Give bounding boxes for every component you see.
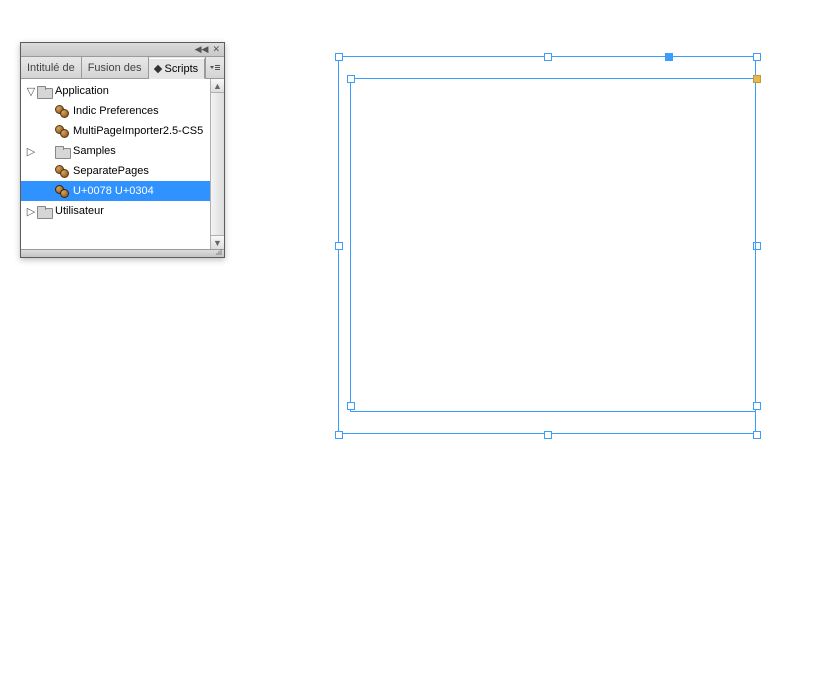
tree-item-label: MultiPageImporter2.5-CS5 — [73, 125, 203, 137]
selection-handle[interactable] — [753, 431, 761, 439]
panel-menu-button[interactable] — [205, 57, 224, 78]
tree-container: ▽ Application Indic Preferences MultiPageIm… — [21, 79, 224, 249]
tab-label: Intitulé de — [27, 62, 75, 74]
tree-row[interactable]: ▷ Samples — [21, 141, 210, 161]
tree-row[interactable]: Indic Preferences — [21, 101, 210, 121]
folder-icon — [37, 206, 51, 217]
selection-handle[interactable] — [347, 402, 355, 410]
tab-label: Scripts — [165, 63, 199, 75]
panel-menu-icon — [209, 63, 221, 73]
tab-intitule[interactable]: Intitulé de — [21, 57, 82, 78]
tree-row[interactable]: SeparatePages — [21, 161, 210, 181]
selected-text-frame[interactable] — [350, 78, 756, 412]
script-icon — [55, 185, 69, 197]
script-icon — [55, 165, 69, 177]
tree-item-label: U+0078 U+0304 — [73, 185, 154, 197]
tab-scripts[interactable]: Scripts — [149, 58, 206, 79]
scripts-tree[interactable]: ▽ Application Indic Preferences MultiPageIm… — [21, 79, 210, 249]
panel-resize-grip[interactable] — [21, 249, 224, 257]
selection-handle[interactable] — [753, 402, 761, 410]
folder-icon — [55, 146, 69, 157]
tree-row[interactable]: ▽ Application — [21, 81, 210, 101]
selection-handle[interactable] — [347, 75, 355, 83]
panel-titlebar[interactable]: ◀◀ ✕ — [21, 43, 224, 57]
tree-item-label: SeparatePages — [73, 165, 149, 177]
active-tab-indicator-icon — [153, 64, 161, 72]
disclosure-triangle-icon[interactable]: ▽ — [25, 85, 37, 98]
vertical-scrollbar[interactable]: ▲ ▼ — [210, 79, 224, 249]
selection-handle[interactable] — [335, 53, 343, 61]
selection-handle[interactable] — [335, 431, 343, 439]
scripts-panel: ◀◀ ✕ Intitulé de Fusion des Scripts ▽ App… — [20, 42, 225, 258]
selection-handle[interactable] — [335, 242, 343, 250]
disclosure-triangle-icon[interactable]: ▷ — [25, 145, 37, 158]
scroll-up-button[interactable]: ▲ — [211, 79, 224, 93]
tree-item-label: Utilisateur — [55, 205, 104, 217]
collapse-icon[interactable]: ◀◀ — [195, 44, 209, 55]
script-icon — [55, 105, 69, 117]
tree-row[interactable]: U+0078 U+0304 — [21, 181, 210, 201]
tree-row[interactable]: ▷ Utilisateur — [21, 201, 210, 221]
close-icon[interactable]: ✕ — [212, 44, 220, 55]
resize-grip-icon — [215, 248, 223, 256]
selection-handle[interactable] — [544, 431, 552, 439]
tab-fusion[interactable]: Fusion des — [82, 57, 149, 78]
selection-handle[interactable] — [753, 75, 761, 83]
tree-item-label: Indic Preferences — [73, 105, 159, 117]
selection-handle[interactable] — [665, 53, 673, 61]
tree-row[interactable]: MultiPageImporter2.5-CS5 — [21, 121, 210, 141]
selection-handle[interactable] — [544, 53, 552, 61]
tab-label: Fusion des — [88, 62, 142, 74]
disclosure-triangle-icon[interactable]: ▷ — [25, 205, 37, 218]
folder-icon — [37, 86, 51, 97]
scroll-down-button[interactable]: ▼ — [211, 235, 224, 249]
selection-handle[interactable] — [753, 53, 761, 61]
panel-tabs: Intitulé de Fusion des Scripts — [21, 57, 224, 79]
tree-item-label: Application — [55, 85, 109, 97]
tree-item-label: Samples — [73, 145, 116, 157]
script-icon — [55, 125, 69, 137]
